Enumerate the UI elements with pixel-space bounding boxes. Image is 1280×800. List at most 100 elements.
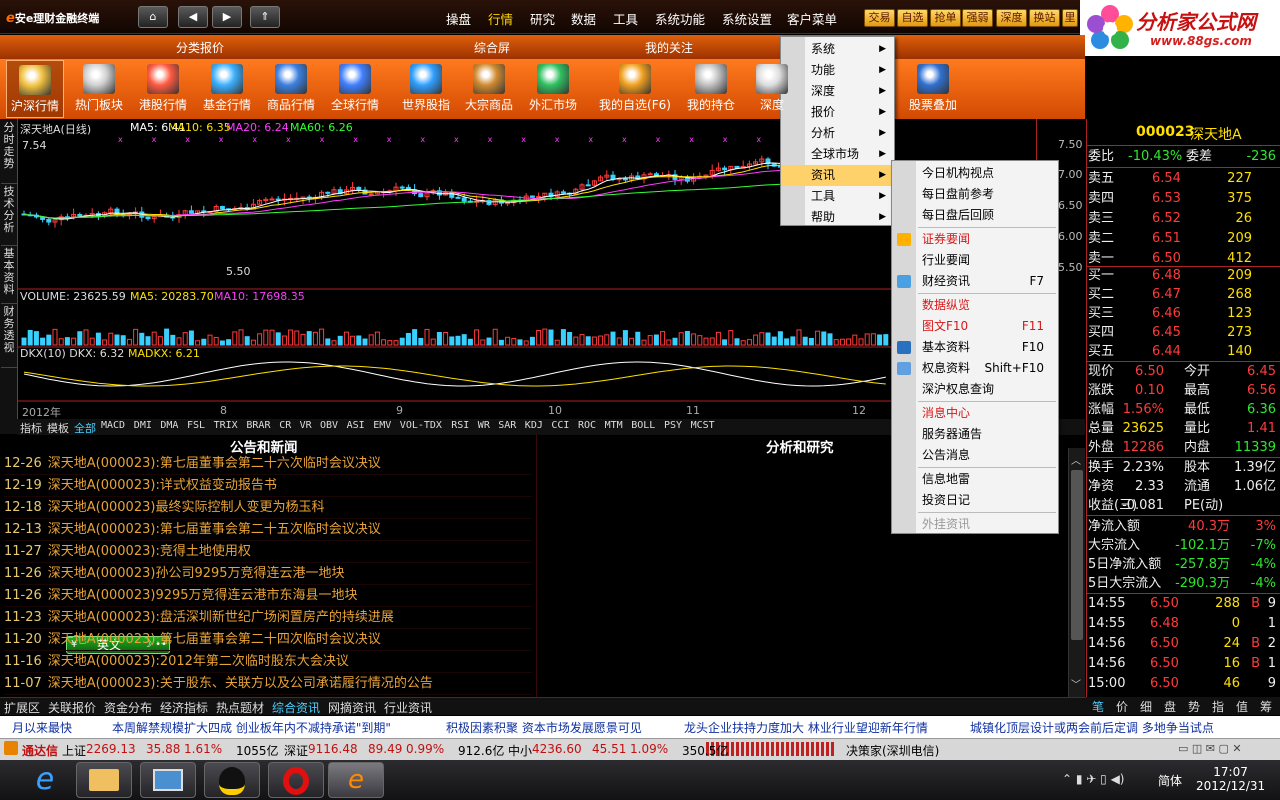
ticker-headline[interactable]: 本周解禁规模扩大四成 创业板年内不减持承诺"到期" [112, 719, 391, 736]
top-menu-3[interactable]: 数据 [571, 9, 596, 28]
category-composite[interactable]: 综合屏 [474, 39, 510, 56]
submenu-item-3[interactable]: 证券要闻 [892, 229, 1058, 250]
indicator-tab-11[interactable]: OBV [320, 420, 338, 431]
vtab-technical[interactable]: 技术分析 [1, 186, 17, 246]
submenu-item-2[interactable]: 每日盘后回顾 [892, 205, 1058, 226]
back-button[interactable]: ◀ [178, 6, 208, 28]
submenu-item-15[interactable]: 投资日记 [892, 490, 1058, 511]
bid-price[interactable]: 6.46 [1152, 304, 1181, 323]
submenu-item-11[interactable]: 消息中心 [892, 403, 1058, 424]
indicator-tab-4[interactable]: DMI [134, 420, 152, 431]
news-item[interactable]: 11-27 深天地A(000023):竞得土地使用权 [4, 541, 532, 563]
indicator-tab-20[interactable]: ROC [578, 420, 596, 431]
submenu-item-1[interactable]: 每日盘前参考 [892, 184, 1058, 205]
news-item[interactable]: 12-13 深天地A(000023):第七届董事会第二十五次临时会议决议 [4, 519, 532, 541]
toolbar-forex-market-button[interactable]: 外汇市场 [524, 60, 582, 118]
news-item[interactable]: 11-26 深天地A(000023)9295万竞得连云港市东海县一地块 [4, 585, 532, 607]
main-menu-item-7[interactable]: 工具 ▶ [781, 186, 894, 207]
ask-price[interactable]: 6.52 [1152, 209, 1181, 228]
scroll-up-icon[interactable]: ︿ [1071, 452, 1081, 467]
submenu-item-4[interactable]: 行业要闻 [892, 250, 1058, 271]
indicator-tab-19[interactable]: CCI [551, 420, 569, 431]
news-item[interactable]: 11-23 深天地A(000023):盘活深圳新世纪广场闲置房产的持续进展 [4, 607, 532, 629]
submenu-item-10[interactable]: 深沪权息查询 [892, 379, 1058, 400]
toolbar-sh-sz-market-button[interactable]: 沪深行情 [6, 60, 64, 118]
news-item[interactable]: 11-16 深天地A(000023):2012年第二次临时股东大会决议 [4, 651, 532, 673]
tray-icons[interactable]: ⌃ ▮ ✈ ▯ ◀) [1062, 772, 1124, 786]
detail-tab-2[interactable]: 细 [1134, 698, 1158, 715]
trade-button-5[interactable]: 换站 [1029, 9, 1060, 27]
indicator-tab-18[interactable]: KDJ [525, 420, 543, 431]
top-menu-5[interactable]: 系统功能 [655, 9, 705, 28]
news-item[interactable]: 11-26 深天地A(000023)孙公司9295万竞得连云港一地块 [4, 563, 532, 585]
forward-button[interactable]: ▶ [212, 6, 242, 28]
main-menu-item-3[interactable]: 报价 ▶ [781, 102, 894, 123]
main-menu-item-5[interactable]: 全球市场 ▶ [781, 144, 894, 165]
top-menu-6[interactable]: 系统设置 [722, 9, 772, 28]
ticker-headline[interactable]: 城镇化顶层设计或两会前后定调 多地争当试点 [970, 719, 1214, 736]
submenu-item-14[interactable]: 信息地雷 [892, 469, 1058, 490]
trade-button-2[interactable]: 抢单 [930, 9, 961, 27]
photo-task-button[interactable] [140, 762, 196, 798]
bid-price[interactable]: 6.48 [1152, 266, 1181, 285]
indicator-tab-17[interactable]: SAR [498, 420, 516, 431]
detail-tab-5[interactable]: 指 [1206, 698, 1230, 715]
ask-price[interactable]: 6.51 [1152, 229, 1181, 248]
indicator-tab-3[interactable]: MACD [101, 420, 125, 431]
scroll-down-icon[interactable]: ﹀ [1071, 676, 1081, 691]
submenu-item-6[interactable]: 数据纵览 [892, 295, 1058, 316]
indicator-tab-0[interactable]: 指标 [20, 420, 42, 436]
indicator-tab-7[interactable]: TRIX [214, 420, 238, 431]
detail-tab-7[interactable]: 筹 [1254, 698, 1278, 715]
indicator-tab-12[interactable]: ASI [347, 420, 365, 431]
toolbar-depth-button[interactable]: 深度 [752, 60, 792, 118]
bottom-tab-7[interactable]: 行业资讯 [384, 699, 432, 716]
news-title[interactable]: 深天地A(000023):关于股东、关联方以及公司承诺履行情况的公告 [48, 676, 433, 691]
submenu-item-12[interactable]: 服务器通告 [892, 424, 1058, 445]
submenu-item-0[interactable]: 今日机构视点 [892, 163, 1058, 184]
toolbar-commodity-market-button[interactable]: 商品行情 [262, 60, 320, 118]
main-menu-item-1[interactable]: 功能 ▶ [781, 60, 894, 81]
indicator-tab-8[interactable]: BRAR [246, 420, 270, 431]
indicator-tab-15[interactable]: RSI [451, 420, 469, 431]
news-item[interactable]: 12-26 深天地A(000023):第七届董事会第二十六次临时会议决议 [4, 453, 532, 475]
news-item[interactable]: 11-20 深天地A(000023):第七届董事会第二十四次临时会议决议 [4, 629, 532, 651]
top-menu-1[interactable]: 行情 [488, 9, 513, 28]
indicator-tab-2[interactable]: 全部 [74, 420, 96, 436]
bid-price[interactable]: 6.47 [1152, 285, 1181, 304]
ticker-headline[interactable]: 龙头企业扶持力度加大 林业行业望迎新年行情 [684, 719, 928, 736]
detail-tab-4[interactable]: 势 [1182, 698, 1206, 715]
main-menu-item-4[interactable]: 分析 ▶ [781, 123, 894, 144]
indicator-tab-24[interactable]: MCST [691, 420, 715, 431]
bottom-tab-0[interactable]: 扩展区 [4, 699, 40, 716]
trade-button-6[interactable]: 里 [1062, 9, 1078, 27]
indicator-tab-21[interactable]: MTM [605, 420, 623, 431]
opera-task-button[interactable] [268, 762, 324, 798]
indicator-tab-5[interactable]: DMA [160, 420, 178, 431]
detail-tab-6[interactable]: 值 [1230, 698, 1254, 715]
bottom-tab-2[interactable]: 资金分布 [104, 699, 152, 716]
submenu-item-9[interactable]: 权息资料 Shift+F10 [892, 358, 1058, 379]
news-title[interactable]: 深天地A(000023)孙公司9295万竞得连云港一地块 [48, 566, 345, 581]
toolbar-stock-overlay-button[interactable]: 股票叠加 [904, 60, 962, 118]
top-menu-2[interactable]: 研究 [530, 9, 555, 28]
indicator-tab-10[interactable]: VR [300, 420, 312, 431]
toolbar-world-index-button[interactable]: 世界股指 [398, 60, 454, 118]
news-item[interactable]: 12-18 深天地A(000023)最终实际控制人变更为杨玉科 [4, 497, 532, 519]
bid-price[interactable]: 6.44 [1152, 342, 1181, 361]
toolbar-bulk-commodity-button[interactable]: 大宗商品 [460, 60, 518, 118]
toolbar-my-watchlist-button[interactable]: 我的自选(F6) [596, 60, 674, 118]
news-title[interactable]: 深天地A(000023):盘活深圳新世纪广场闲置房产的持续进展 [48, 610, 394, 625]
news-scrollbar[interactable]: ︿ ﹀ [1068, 448, 1085, 697]
news-title[interactable]: 深天地A(000023):2012年第二次临时股东大会决议 [48, 654, 349, 669]
indicator-tab-16[interactable]: WR [478, 420, 490, 431]
scroll-thumb[interactable] [1071, 470, 1083, 640]
vtab-finance[interactable]: 财务透视 [1, 306, 17, 368]
news-title[interactable]: 深天地A(000023):第七届董事会第二十五次临时会议决议 [48, 522, 381, 537]
trade-button-3[interactable]: 强弱 [962, 9, 993, 27]
news-item[interactable]: 12-19 深天地A(000023):详式权益变动报告书 [4, 475, 532, 497]
ticker-headline[interactable]: 月以来最快 [12, 719, 72, 736]
app-task-button[interactable]: e [328, 762, 384, 798]
ie-icon[interactable]: e [20, 762, 70, 798]
submenu-item-5[interactable]: 财经资讯 F7 [892, 271, 1058, 292]
